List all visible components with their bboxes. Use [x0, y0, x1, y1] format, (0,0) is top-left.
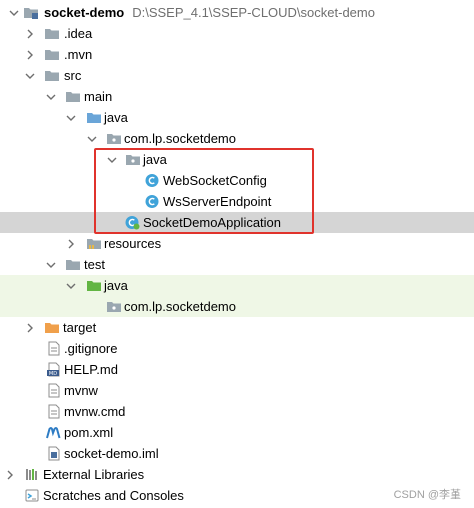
folder-icon	[44, 47, 60, 62]
package-label: java	[143, 152, 167, 167]
tree-row-ws-server-endpoint[interactable]: WsServerEndpoint	[0, 191, 474, 212]
folder-label: target	[63, 320, 97, 335]
package-icon	[125, 152, 141, 167]
tree-row-mvnw[interactable]: mvnw	[0, 380, 474, 401]
tree-row-pom-xml[interactable]: pom.xml	[0, 422, 474, 443]
folder-label: src	[64, 68, 82, 83]
markdown-file-icon: MD	[46, 362, 62, 377]
chevron-down-icon[interactable]	[86, 133, 98, 145]
markdown-badge-text: MD	[49, 371, 57, 377]
file-label: socket-demo.iml	[64, 446, 159, 461]
file-label: WebSocketConfig	[163, 173, 267, 188]
folder-label: test	[84, 257, 105, 272]
folder-icon	[65, 89, 81, 104]
folder-label: java	[104, 278, 128, 293]
project-title: socket-demo	[44, 5, 125, 20]
external-libraries-label: External Libraries	[43, 467, 145, 482]
tree-row-help-md[interactable]: MD HELP.md	[0, 359, 474, 380]
folder-icon	[44, 26, 60, 41]
tree-row-iml[interactable]: socket-demo.iml	[0, 443, 474, 464]
tree-row-main[interactable]: main	[0, 86, 474, 107]
chevron-down-icon[interactable]	[106, 154, 118, 166]
tree-row-resources[interactable]: resources	[0, 233, 474, 254]
class-icon	[144, 173, 160, 188]
file-label: HELP.md	[64, 362, 118, 377]
tree-row-mvn[interactable]: .mvn	[0, 44, 474, 65]
chevron-down-icon[interactable]	[45, 259, 57, 271]
tree-row-web-socket-config[interactable]: WebSocketConfig	[0, 170, 474, 191]
chevron-right-icon[interactable]	[24, 28, 36, 40]
package-icon	[106, 131, 122, 146]
tree-row-external-libraries[interactable]: External Libraries	[0, 464, 474, 485]
text-file-icon	[46, 341, 62, 356]
tree-row-main-java[interactable]: java	[0, 107, 474, 128]
source-folder-icon	[86, 110, 102, 125]
tree-row-mvnw-cmd[interactable]: mvnw.cmd	[0, 401, 474, 422]
chevron-down-icon[interactable]	[45, 91, 57, 103]
spring-boot-class-icon	[124, 215, 140, 230]
folder-label: .mvn	[64, 47, 93, 62]
maven-icon	[46, 425, 62, 440]
file-label: WsServerEndpoint	[163, 194, 272, 209]
library-icon	[24, 467, 40, 482]
chevron-down-icon[interactable]	[65, 112, 77, 124]
chevron-down-icon[interactable]	[65, 280, 77, 292]
folder-label: resources	[104, 236, 162, 251]
module-file-icon	[46, 446, 62, 461]
file-label: SocketDemoApplication	[143, 215, 282, 230]
chevron-down-icon[interactable]	[8, 7, 20, 19]
module-folder-icon	[23, 5, 39, 20]
folder-label: .idea	[64, 26, 93, 41]
resources-folder-icon	[86, 236, 102, 251]
tree-row-idea[interactable]: .idea	[0, 23, 474, 44]
tree-row-package[interactable]: com.lp.socketdemo	[0, 128, 474, 149]
tree-row-target[interactable]: target	[0, 317, 474, 338]
chevron-down-icon[interactable]	[24, 70, 36, 82]
package-label: com.lp.socketdemo	[124, 131, 236, 146]
folder-label: java	[104, 110, 128, 125]
folder-icon	[44, 68, 60, 83]
tree-row-test[interactable]: test	[0, 254, 474, 275]
chevron-right-icon[interactable]	[24, 49, 36, 61]
file-label: mvnw	[64, 383, 98, 398]
scratches-icon	[24, 488, 40, 503]
package-icon	[106, 299, 122, 314]
file-label: .gitignore	[64, 341, 118, 356]
tree-row-project-root[interactable]: socket-demo D:\SSEP_4.1\SSEP-CLOUD\socket…	[0, 2, 474, 23]
package-label: com.lp.socketdemo	[124, 299, 236, 314]
folder-icon	[65, 257, 81, 272]
chevron-right-icon[interactable]	[4, 469, 16, 481]
file-label: mvnw.cmd	[64, 404, 126, 419]
text-file-icon	[46, 404, 62, 419]
text-file-icon	[46, 383, 62, 398]
test-source-folder-icon	[86, 278, 102, 293]
file-label: pom.xml	[64, 425, 114, 440]
class-icon	[144, 194, 160, 209]
folder-label: main	[84, 89, 113, 104]
tree-row-gitignore[interactable]: .gitignore	[0, 338, 474, 359]
chevron-right-icon[interactable]	[24, 322, 36, 334]
tree-row-sub-java[interactable]: java	[0, 149, 474, 170]
project-path: D:\SSEP_4.1\SSEP-CLOUD\socket-demo	[132, 5, 375, 20]
tree-row-test-java[interactable]: java	[0, 275, 474, 296]
tree-row-test-package[interactable]: com.lp.socketdemo	[0, 296, 474, 317]
scratches-label: Scratches and Consoles	[43, 488, 184, 503]
tree-row-socket-demo-application[interactable]: SocketDemoApplication	[0, 212, 474, 233]
watermark: CSDN @李堇	[393, 489, 461, 501]
chevron-right-icon[interactable]	[65, 238, 77, 250]
excluded-folder-icon	[44, 320, 60, 335]
tree-row-src[interactable]: src	[0, 65, 474, 86]
project-name: socket-demo D:\SSEP_4.1\SSEP-CLOUD\socket…	[44, 5, 375, 20]
